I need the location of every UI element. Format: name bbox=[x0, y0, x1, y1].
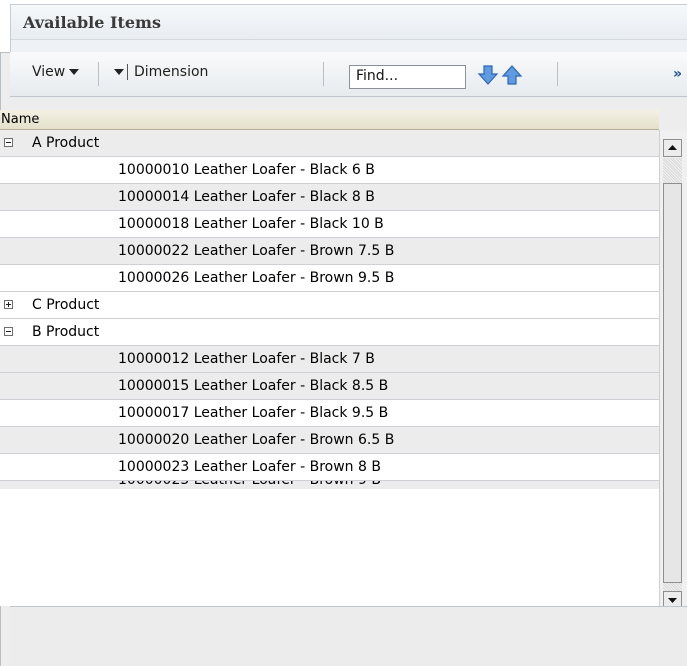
arrow-up-icon[interactable] bbox=[501, 64, 523, 86]
toolbar-separator bbox=[323, 62, 324, 86]
group-label: C Product bbox=[32, 297, 100, 313]
tree-item-row[interactable]: 10000020 Leather Loafer - Brown 6.5 B bbox=[0, 427, 659, 454]
view-menu-button[interactable]: View bbox=[32, 64, 80, 80]
chevron-down-icon bbox=[114, 69, 124, 75]
toolbar-separator bbox=[98, 62, 99, 86]
dimension-label: Dimension bbox=[134, 64, 209, 80]
toolbar-overflow-button[interactable]: » bbox=[673, 66, 682, 82]
item-label: 10000014 Leather Loafer - Black 8 B bbox=[118, 189, 375, 205]
collapse-icon[interactable] bbox=[4, 327, 13, 336]
dropdown-divider bbox=[127, 64, 128, 80]
item-label: 10000018 Leather Loafer - Black 10 B bbox=[118, 216, 384, 232]
column-header-name[interactable]: Name bbox=[0, 110, 659, 130]
toolbar: View Dimension Find... » bbox=[10, 52, 687, 97]
tree-item-row[interactable]: 10000018 Leather Loafer - Black 10 B bbox=[0, 211, 659, 238]
tree-rows: A Product 10000010 Leather Loafer - Blac… bbox=[0, 130, 659, 489]
item-label: 10000020 Leather Loafer - Brown 6.5 B bbox=[118, 432, 395, 448]
item-label: 10000022 Leather Loafer - Brown 7.5 B bbox=[118, 243, 395, 259]
scrollbar-track[interactable] bbox=[663, 583, 682, 591]
toolbar-separator bbox=[557, 62, 558, 86]
tree-item-row[interactable]: 10000022 Leather Loafer - Brown 7.5 B bbox=[0, 238, 659, 265]
tree-item-row[interactable]: 10000014 Leather Loafer - Black 8 B bbox=[0, 184, 659, 211]
expand-icon[interactable] bbox=[4, 300, 13, 309]
find-placeholder: Find... bbox=[356, 68, 399, 84]
scroll-up-icon[interactable] bbox=[663, 139, 682, 157]
tree-item-row[interactable]: 10000010 Leather Loafer - Black 6 B bbox=[0, 157, 659, 184]
panel-title: Available Items bbox=[23, 13, 161, 32]
item-label: 10000026 Leather Loafer - Brown 9.5 B bbox=[118, 270, 395, 286]
scrollbar-thumb[interactable] bbox=[663, 183, 682, 583]
find-input[interactable]: Find... bbox=[349, 65, 466, 89]
panel-footer bbox=[10, 606, 687, 666]
tree-group-row[interactable]: A Product bbox=[0, 130, 659, 157]
tree-item-row-partial[interactable]: 10000025 Leather Loafer - Brown 9 B bbox=[0, 481, 659, 489]
tree-group-row[interactable]: B Product bbox=[0, 319, 659, 346]
tree-item-row[interactable]: 10000015 Leather Loafer - Black 8.5 B bbox=[0, 373, 659, 400]
tree-item-row[interactable]: 10000012 Leather Loafer - Black 7 B bbox=[0, 346, 659, 373]
tree-item-row[interactable]: 10000017 Leather Loafer - Black 9.5 B bbox=[0, 400, 659, 427]
chevron-down-icon bbox=[69, 69, 80, 75]
group-label: B Product bbox=[32, 324, 100, 340]
tree-group-row[interactable]: C Product bbox=[0, 292, 659, 319]
vertical-scrollbar[interactable] bbox=[659, 130, 687, 609]
item-label: 10000025 Leather Loafer - Brown 9 B bbox=[118, 481, 381, 489]
item-label: 10000017 Leather Loafer - Black 9.5 B bbox=[118, 405, 389, 421]
dimension-dropdown[interactable]: Dimension bbox=[114, 64, 208, 80]
item-label: 10000023 Leather Loafer - Brown 8 B bbox=[118, 459, 381, 475]
arrow-down-icon[interactable] bbox=[477, 64, 499, 86]
scrollbar-track[interactable] bbox=[663, 158, 682, 183]
collapse-icon[interactable] bbox=[4, 138, 13, 147]
item-label: 10000015 Leather Loafer - Black 8.5 B bbox=[118, 378, 389, 394]
item-label: 10000012 Leather Loafer - Black 7 B bbox=[118, 351, 375, 367]
tree-item-row[interactable]: 10000023 Leather Loafer - Brown 8 B bbox=[0, 454, 659, 481]
view-menu-label: View bbox=[32, 64, 66, 80]
group-label: A Product bbox=[32, 135, 100, 151]
item-label: 10000010 Leather Loafer - Black 6 B bbox=[118, 162, 375, 178]
tree-item-row[interactable]: 10000026 Leather Loafer - Brown 9.5 B bbox=[0, 265, 659, 292]
